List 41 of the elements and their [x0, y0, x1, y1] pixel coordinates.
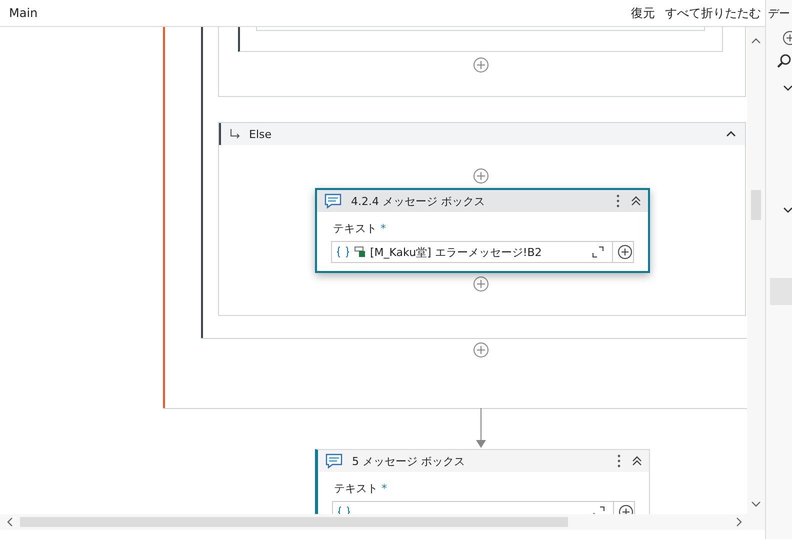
scroll-down-icon[interactable]: [750, 500, 762, 508]
chevron-down-icon[interactable]: [782, 83, 792, 93]
else-header[interactable]: Else: [219, 123, 745, 145]
panel-title: デー: [768, 6, 790, 21]
add-activity-icon[interactable]: [473, 342, 489, 358]
variable-braces-icon: [336, 246, 350, 258]
message-box-icon: [324, 193, 342, 209]
scroll-thumb[interactable]: [751, 190, 761, 220]
scroll-up-icon[interactable]: [750, 37, 762, 45]
vertical-scrollbar[interactable]: [747, 27, 765, 514]
workflow-title: Main: [9, 6, 39, 20]
activity-card[interactable]: 4.2.4 メッセージ ボックス テキスト * [M_Kaku堂] エラーメッセージ!B2: [315, 188, 650, 273]
header-link[interactable]: すべて折りたたむ: [665, 4, 761, 22]
spreadsheet-icon: [354, 246, 366, 258]
header-link[interactable]: 復元: [631, 4, 655, 22]
scroll-thumb[interactable]: [20, 517, 568, 527]
horizontal-scrollbar[interactable]: [0, 514, 765, 530]
search-icon[interactable]: [776, 53, 792, 69]
activity-title: 5 メッセージ ボックス: [352, 454, 466, 468]
more-options-icon[interactable]: [616, 453, 622, 469]
scroll-left-icon[interactable]: [6, 516, 14, 528]
scroll-right-icon[interactable]: [735, 516, 743, 528]
branch-arrow-icon: [229, 128, 241, 140]
add-activity-icon[interactable]: [473, 57, 489, 73]
field-label: テキスト *: [334, 481, 388, 496]
connector-arrow: [476, 408, 486, 449]
add-icon[interactable]: [617, 244, 633, 260]
chevron-down-icon[interactable]: [782, 205, 792, 215]
activity-title: 4.2.4 メッセージ ボックス: [351, 194, 486, 208]
field-value: [M_Kaku堂] エラーメッセージ!B2: [370, 244, 542, 260]
add-activity-icon[interactable]: [473, 168, 489, 184]
activity-card[interactable]: 5 メッセージ ボックス テキスト *: [315, 449, 650, 514]
collapse-icon[interactable]: [631, 455, 643, 467]
more-options-icon[interactable]: [615, 193, 621, 209]
else-label: Else: [249, 128, 273, 140]
expand-icon[interactable]: [592, 246, 604, 258]
message-box-icon: [325, 453, 343, 469]
field-label: テキスト *: [333, 221, 387, 236]
add-activity-icon[interactable]: [473, 276, 489, 292]
text-input[interactable]: [M_Kaku堂] エラーメッセージ!B2: [331, 241, 634, 263]
collapse-icon[interactable]: [630, 195, 642, 207]
